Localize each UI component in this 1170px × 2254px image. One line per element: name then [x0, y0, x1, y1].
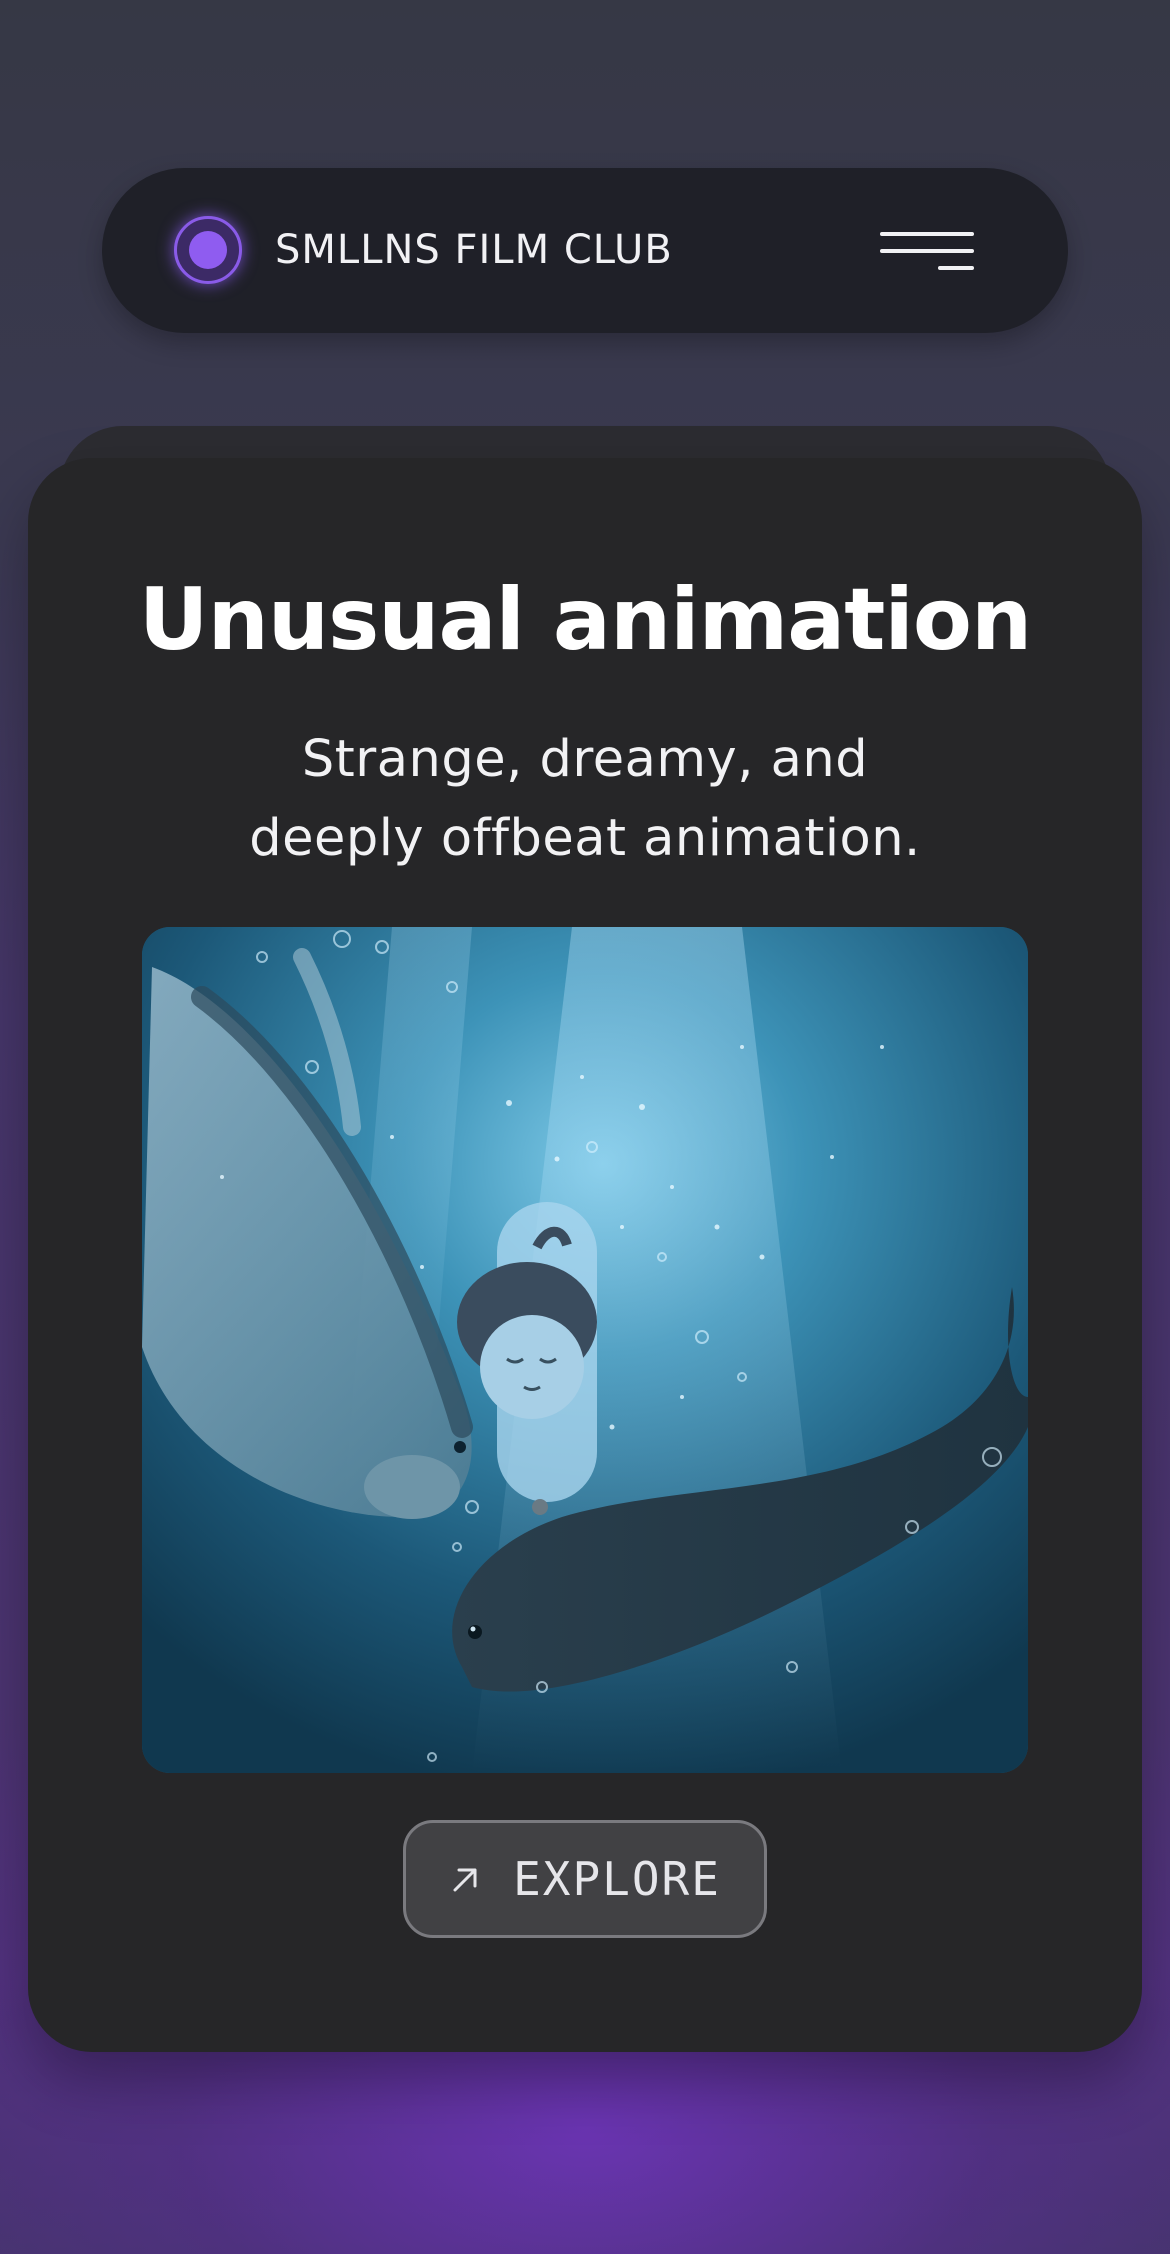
logo-dot-icon[interactable]: [174, 216, 242, 284]
underwater-illustration: [142, 927, 1028, 1773]
menu-line: [880, 232, 974, 236]
explore-button[interactable]: EXPLORE: [403, 1820, 767, 1938]
feature-image: [142, 927, 1028, 1773]
card-title: Unusual animation: [138, 570, 1032, 670]
brand-name[interactable]: SMLLNS FILM CLUB: [275, 168, 673, 333]
hamburger-menu-icon[interactable]: [872, 220, 982, 282]
feature-card: Unusual animation Strange, dreamy, and d…: [28, 458, 1142, 2052]
card-subtitle: Strange, dreamy, and deeply offbeat anim…: [249, 730, 921, 868]
top-nav-bar: SMLLNS FILM CLUB: [102, 168, 1068, 333]
menu-line: [880, 249, 974, 253]
explore-button-label: EXPLORE: [513, 1852, 721, 1906]
arrow-up-right-icon: [453, 1868, 477, 1892]
menu-line: [938, 266, 974, 270]
